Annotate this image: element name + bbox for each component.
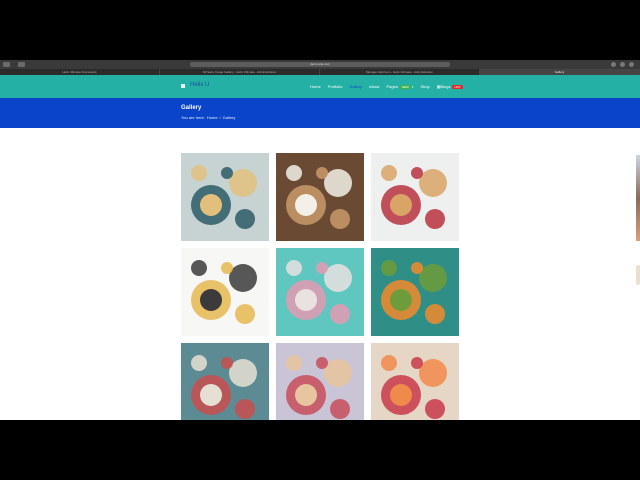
- hot-badge: HOT: [452, 85, 463, 89]
- chevron-down-icon: ▾: [411, 85, 414, 89]
- menu-item-home[interactable]: Home: [310, 84, 321, 89]
- site-logo[interactable]: Helix U: [190, 82, 209, 88]
- page-title: Gallery: [181, 105, 202, 111]
- page-header: Gallery You are here: Home / Gallery: [0, 98, 640, 128]
- logo-icon: [181, 84, 185, 88]
- gallery-image-plate-with-pancakes[interactable]: [181, 153, 269, 241]
- gallery-image-candy-bags[interactable]: [276, 248, 364, 336]
- back-icon[interactable]: [3, 62, 10, 67]
- gallery-image-lattice-pies[interactable]: [371, 153, 459, 241]
- menu-item-gallery[interactable]: Gallery: [349, 84, 362, 89]
- menu-item-label: Blogs: [440, 84, 451, 89]
- breadcrumb-separator: /: [219, 115, 221, 120]
- menu-item-pages[interactable]: Pages NEW ▾: [386, 84, 413, 89]
- menu-item-shop[interactable]: Shop: [420, 84, 429, 89]
- menu-item-portfolio[interactable]: Portfolio: [328, 84, 343, 89]
- breadcrumb-prefix: You are here:: [181, 115, 205, 120]
- menu-item-about[interactable]: About: [369, 84, 379, 89]
- breadcrumb-current: Gallery: [222, 115, 236, 120]
- new-tab-icon[interactable]: [620, 62, 625, 67]
- gallery-image-dessert-bowls-pink[interactable]: [276, 343, 364, 420]
- screen-frame: demo-site.com Helix Ultimate Framework S…: [0, 0, 640, 480]
- gallery-image-citrus-dragonfruit[interactable]: [371, 343, 459, 420]
- website-viewport: Helix U Home Portfolio Gallery About Pag…: [0, 75, 640, 420]
- breadcrumb: You are here: Home / Gallery: [181, 115, 235, 120]
- gallery-image-salad-plates[interactable]: [181, 343, 269, 420]
- gallery-image-berry-bowl-on-board[interactable]: [276, 153, 364, 241]
- address-bar[interactable]: demo-site.com: [190, 62, 450, 67]
- offscreen-element-peek: [636, 265, 640, 285]
- share-icon[interactable]: [611, 62, 616, 67]
- new-badge: NEW: [399, 85, 411, 89]
- breadcrumb-home[interactable]: Home: [207, 115, 218, 120]
- offscreen-image-peek: [636, 155, 640, 241]
- site-navbar: Helix U Home Portfolio Gallery About Pag…: [0, 75, 640, 98]
- menu-item-blogs[interactable]: ▦Blogs HOT: [437, 84, 463, 89]
- sidebar-toggle-icon[interactable]: [18, 62, 25, 67]
- gallery-image-fruit-cups[interactable]: [371, 248, 459, 336]
- tabs-overview-icon[interactable]: [629, 62, 634, 67]
- toolbar-actions: [611, 62, 634, 67]
- main-menu: Home Portfolio Gallery About Pages NEW ▾ S…: [310, 84, 463, 89]
- gallery-image-breakfast-flatlay[interactable]: [181, 248, 269, 336]
- menu-item-label: Pages: [386, 84, 398, 89]
